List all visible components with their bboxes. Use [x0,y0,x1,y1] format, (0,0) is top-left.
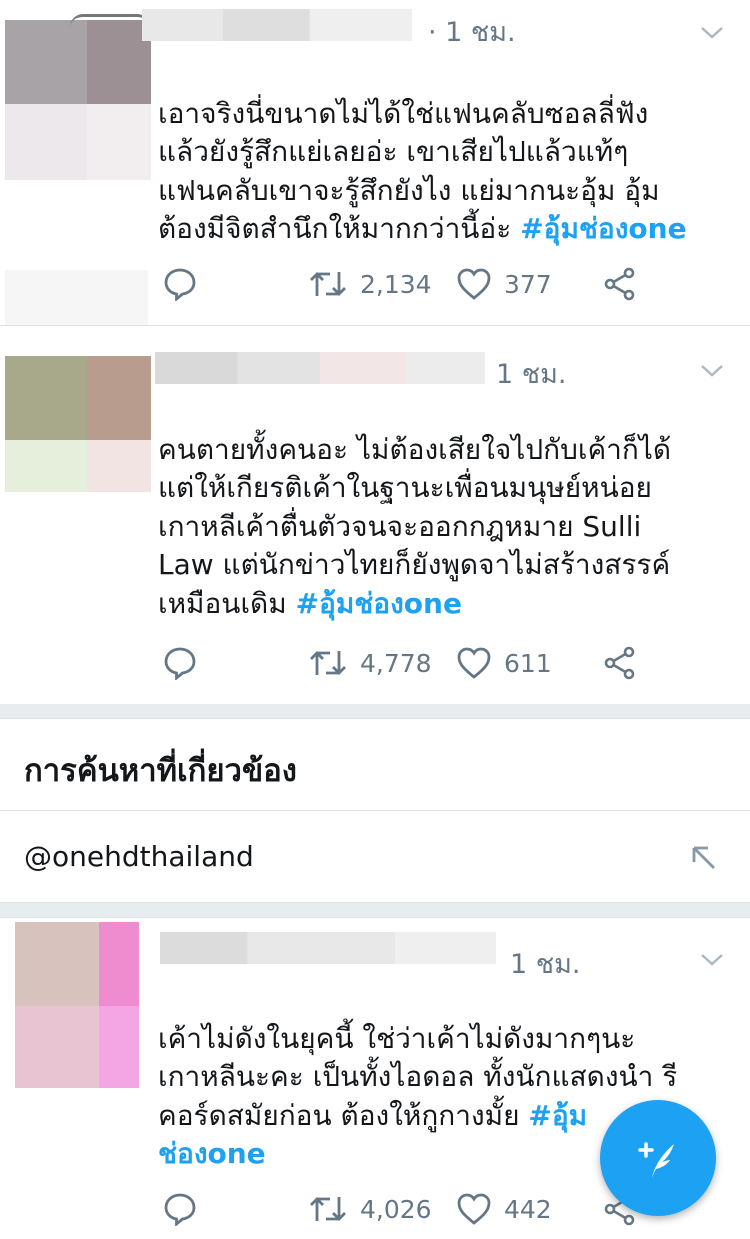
retweet-count: 2,134 [360,269,432,299]
tweet-text: คนตายทั้งคนอะ ไม่ต้องเสียใจไปกับเค้าก็ได… [158,432,672,620]
like-count: 611 [504,648,552,678]
section-divider [0,903,750,917]
avatar[interactable] [5,20,151,180]
reply-icon [164,647,196,680]
avatar[interactable] [15,922,139,1088]
chevron-down-icon[interactable] [700,26,724,40]
arrow-up-left-icon[interactable] [688,842,720,874]
chevron-down-icon[interactable] [700,364,724,378]
section-divider [0,704,750,718]
retweet-count: 4,026 [360,1194,432,1224]
author-name-blurred[interactable] [155,352,485,384]
tweet-text: เอาจริงนี่ขนาดไม่ได้ใช่แฟนคลับซอลลี่ฟัง … [158,96,687,246]
reply-button[interactable] [163,643,197,683]
share-button[interactable] [603,643,637,683]
heart-icon [457,647,491,679]
reply-icon [164,268,196,301]
author-name-blurred[interactable] [160,932,496,964]
share-icon [604,267,635,301]
hashtag-link[interactable]: #อุ้มช่องone [520,212,686,245]
retweet-icon [310,272,346,296]
heart-icon [457,1193,491,1225]
tweet-1[interactable]: · 1 ชม. เอาจริงนี่ขนาดไม่ได้ใช่แฟนคลับซอ… [0,0,750,325]
related-search-item[interactable]: @onehdthailand [0,812,750,902]
like-count: 377 [504,269,552,299]
retweet-icon [310,651,346,675]
reply-icon [164,1193,196,1226]
retweet-icon [310,1197,346,1221]
retweet-button[interactable]: 4,026 [308,1189,432,1229]
author-name-blurred[interactable] [142,9,412,41]
retweet-count: 4,778 [360,648,432,678]
share-button[interactable] [603,264,637,304]
hashtag-link-continued[interactable]: ช่องone [158,1137,266,1170]
tweet-time: 1 ชม. [510,949,581,980]
compose-tweet-icon [638,1142,674,1178]
compose-tweet-button[interactable] [600,1100,716,1216]
retweet-button[interactable]: 4,778 [308,643,432,683]
hashtag-link[interactable]: #อุ้มช่องone [296,587,462,620]
like-button[interactable]: 442 [456,1189,552,1229]
hashtag-link[interactable]: #อุ้ม [528,1099,587,1132]
share-icon [604,646,635,680]
related-search-label: @onehdthailand [24,840,254,873]
like-button[interactable]: 377 [456,264,552,304]
related-searches-title: การค้นหาที่เกี่ยวข้อง [24,753,297,789]
chevron-down-icon[interactable] [700,953,724,967]
like-count: 442 [504,1194,552,1224]
avatar[interactable] [5,356,151,492]
tweet-2[interactable]: 1 ชม. คนตายทั้งคนอะ ไม่ต้องเสียใจไปกับเค… [0,326,750,704]
retweet-button[interactable]: 2,134 [308,264,432,304]
like-button[interactable]: 611 [456,643,552,683]
heart-icon [457,268,491,300]
tweet-time: 1 ชม. [496,359,567,390]
reply-button[interactable] [163,1189,197,1229]
reply-button[interactable] [163,264,197,304]
tweet-time: · 1 ชม. [428,17,516,48]
